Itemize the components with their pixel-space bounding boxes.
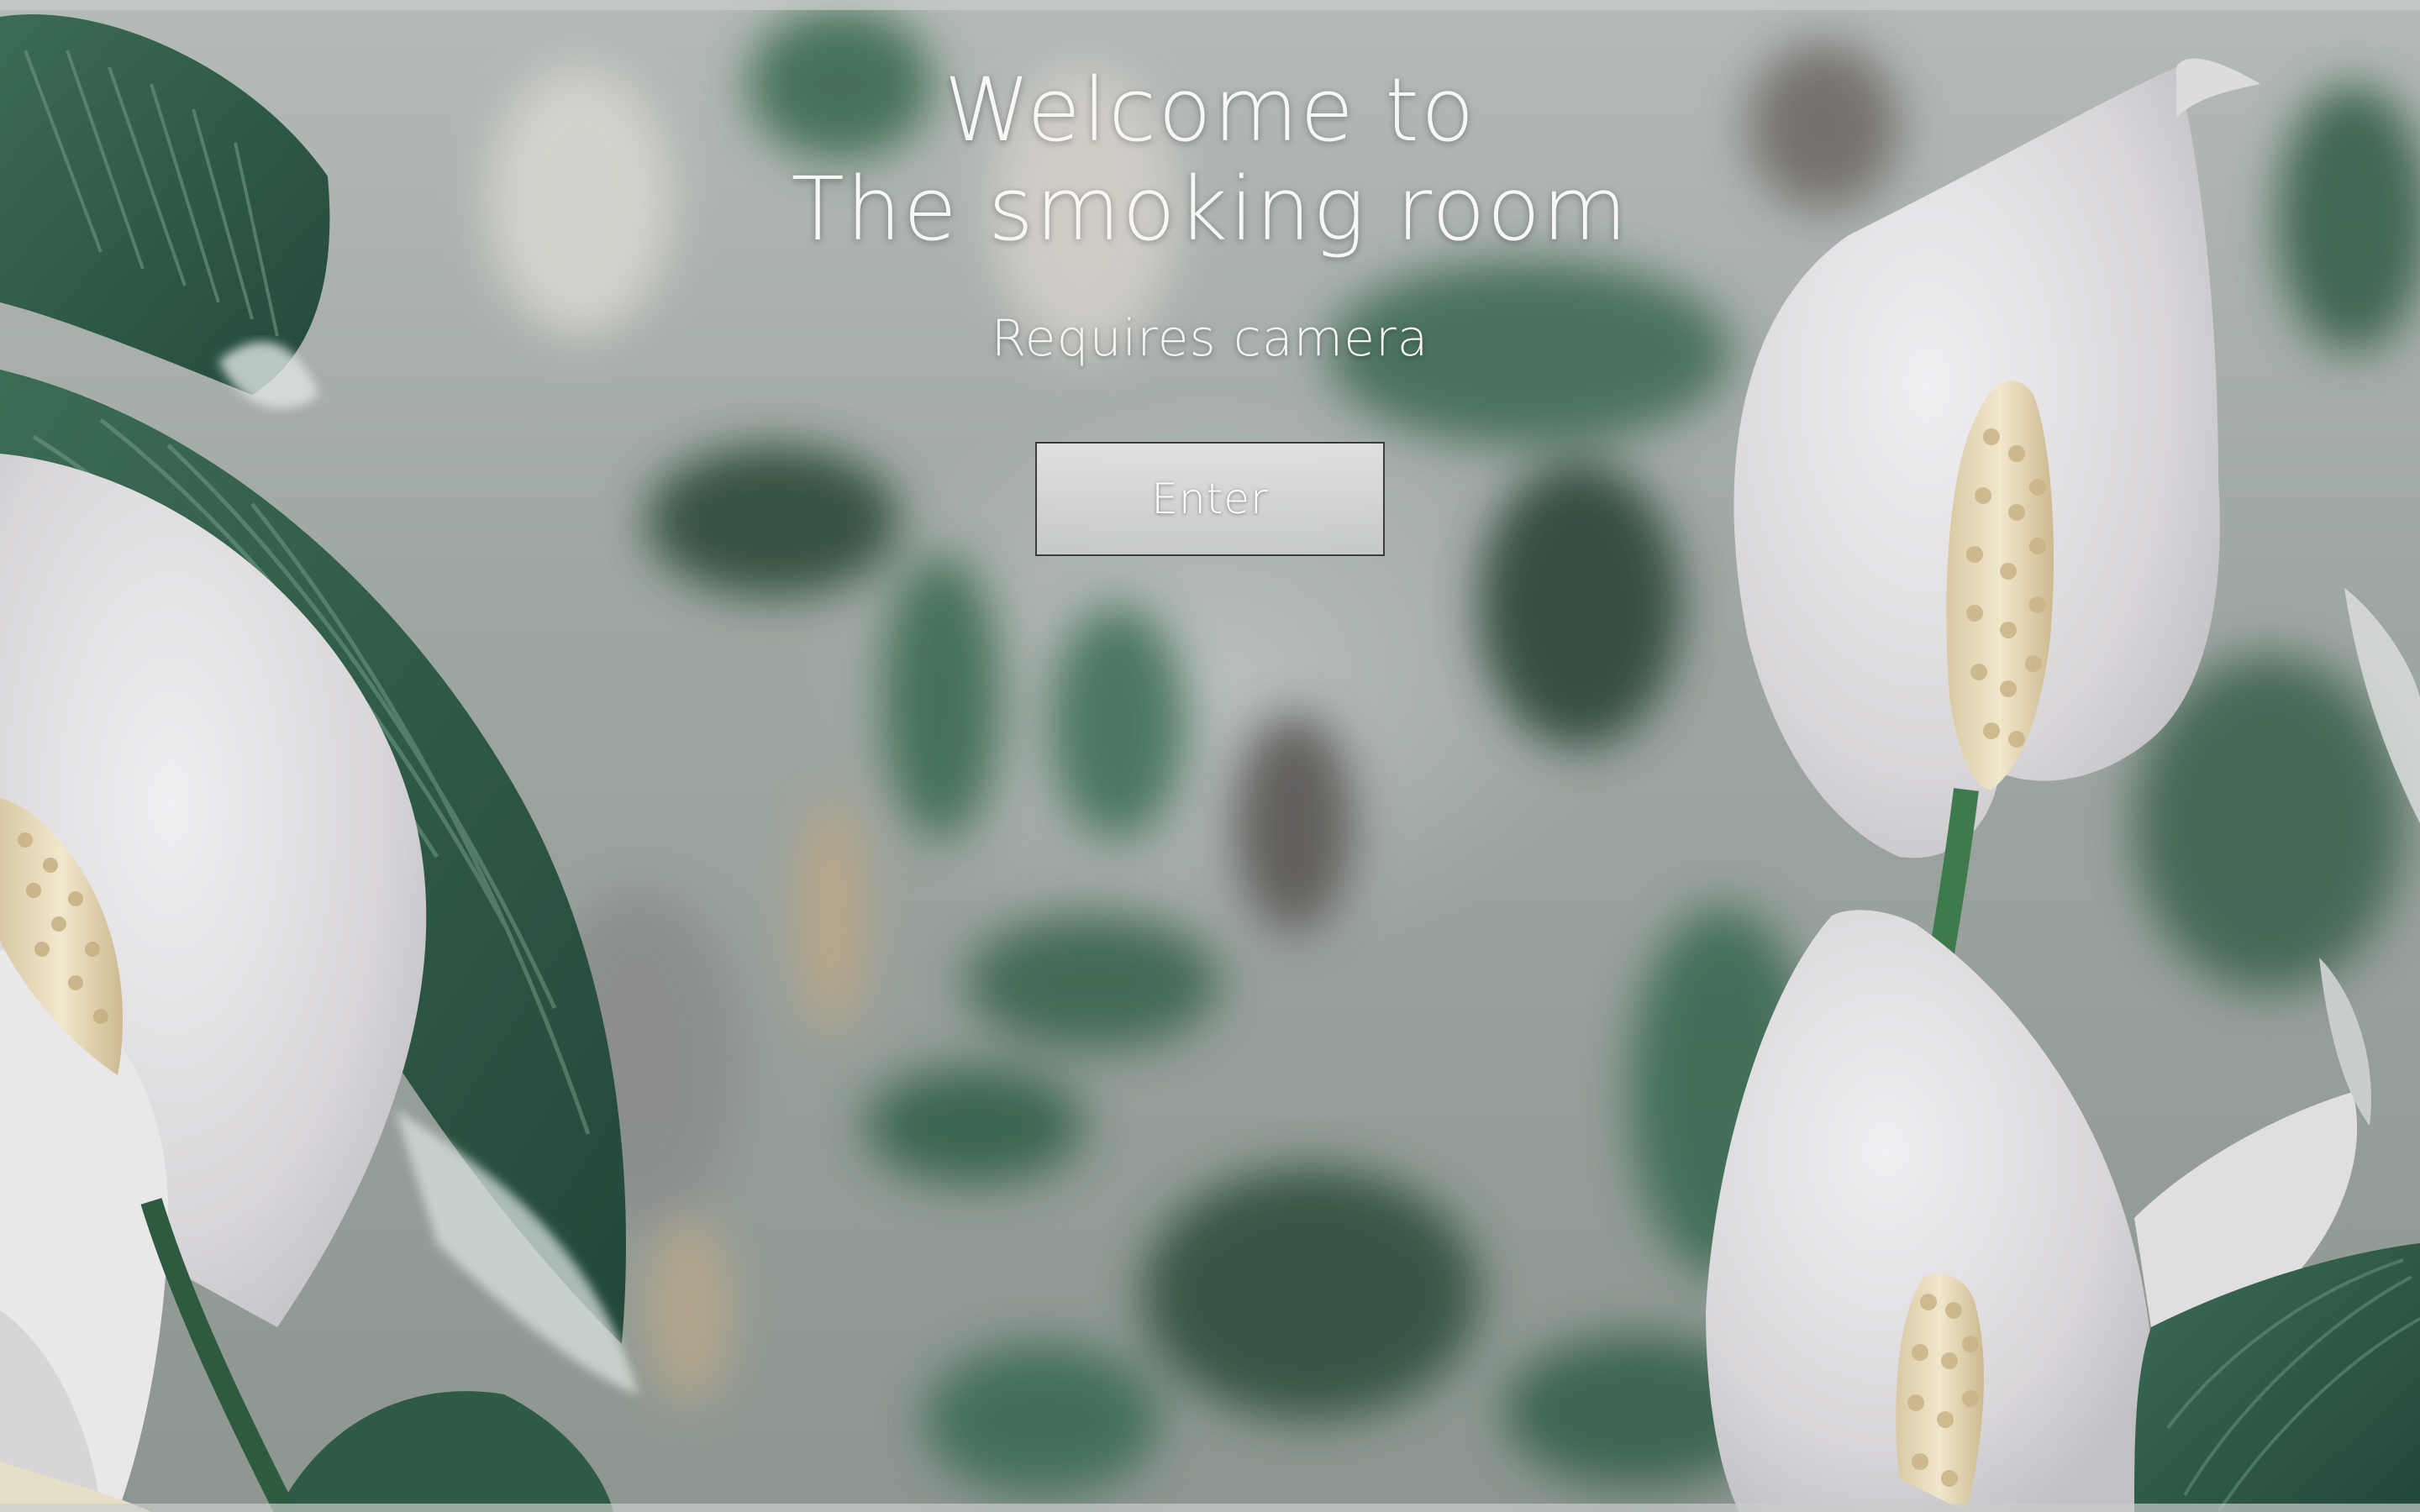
welcome-screen: Welcome to The smoking room Requires cam…: [0, 0, 2420, 1512]
camera-requirement-note: Requires camera: [991, 309, 1429, 368]
welcome-title: Welcome to The smoking room: [791, 60, 1628, 259]
welcome-title-line-1: Welcome to: [944, 59, 1476, 161]
welcome-overlay: Welcome to The smoking room Requires cam…: [0, 0, 2420, 1512]
enter-button[interactable]: Enter: [1035, 442, 1385, 556]
welcome-title-line-2: The smoking room: [791, 158, 1629, 260]
